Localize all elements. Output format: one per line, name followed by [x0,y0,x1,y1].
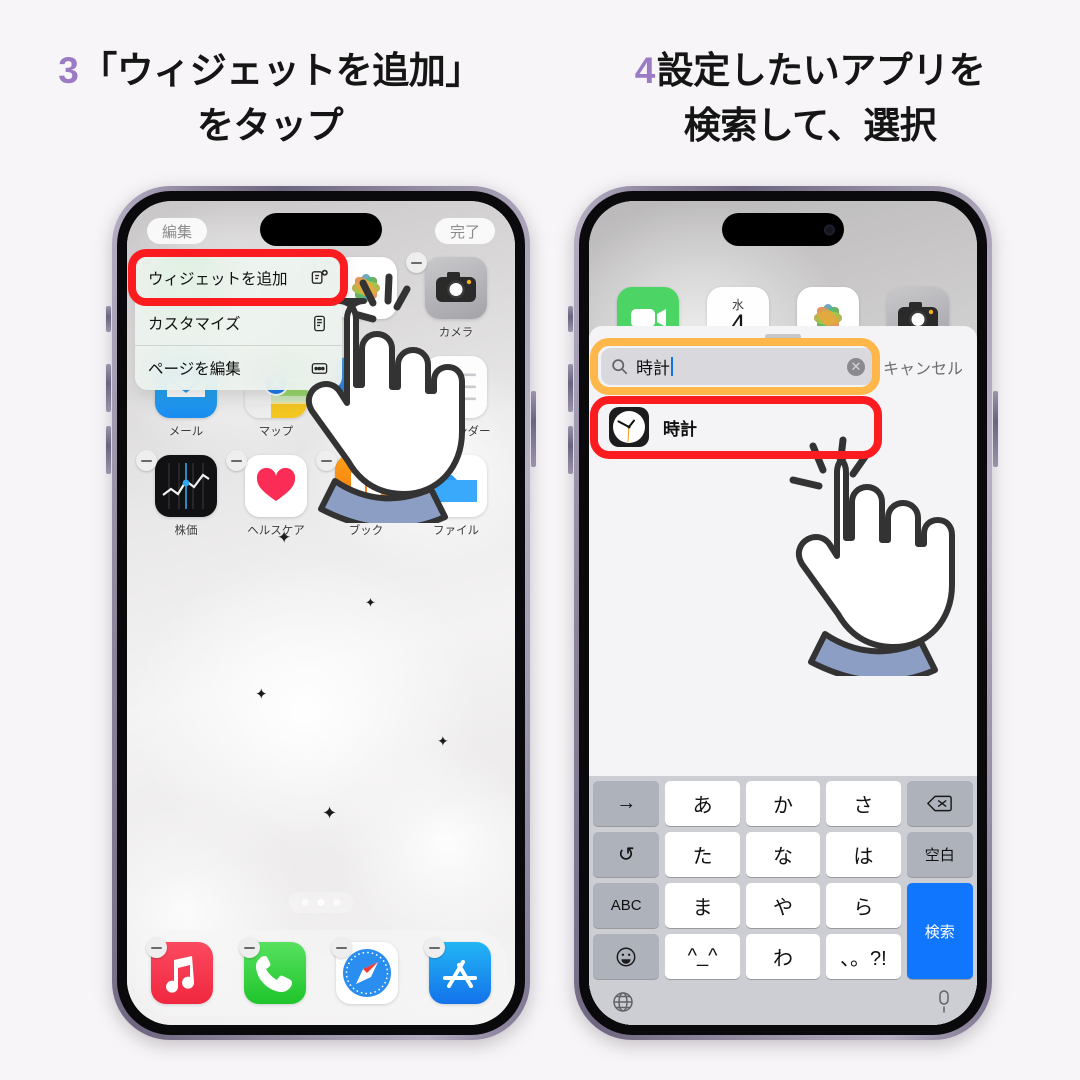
wallpaper-sparkle: ✦ [322,803,338,823]
dock-app-phone[interactable] [238,937,306,1004]
app-label: マップ [258,426,294,438]
step-3-heading: 3「ウィジェットを追加」 をタップ [0,44,540,154]
volume-up-button[interactable] [106,364,111,412]
keyboard-bottom-row [593,979,973,1025]
poster-canvas: 3「ウィジェットを追加」 をタップ 4設定したいアプリを 検索して、選択 ✦ ✦… [0,0,1080,1080]
clock-second-hand [627,426,630,443]
keyboard-grid: → あ か さ ↺ た な は 空白 ABC ま や ら 検索 ^_^ わ 、。… [593,781,973,979]
page-indicator[interactable] [288,892,354,913]
key-kaomoji[interactable]: ^_^ [665,934,740,979]
edit-button[interactable]: 編集 [147,218,208,244]
key-sa[interactable]: さ [826,781,901,826]
dynamic-island [722,213,844,246]
power-button[interactable] [993,391,998,467]
widget-search-sheet: 時計 ✕ キャンセル 時計 → あ か さ ↺ た な は 空白 ABC ま や… [589,326,977,1025]
dynamic-island [260,213,382,246]
dock-app-music[interactable] [146,937,214,1004]
key-next-candidate[interactable]: → [593,781,660,826]
app-stocks[interactable]: 株価 [136,450,231,538]
hand-pointer-icon [305,298,465,523]
right-phone-screen: ✦ 水 4 [589,201,977,1025]
clock-face [613,411,645,443]
search-row: 時計 ✕ キャンセル [589,348,977,385]
right-phone-mockup: ✦ 水 4 [568,186,998,1040]
hand-pointer-icon [795,451,955,676]
remove-app-badge[interactable] [238,937,260,958]
key-emoji[interactable] [593,934,660,979]
step-4-heading-line2: 検索して、選択 [683,104,937,146]
emoji-icon [616,947,636,966]
app-label: ブック [348,525,384,537]
page-dot-active[interactable] [317,899,325,906]
step-4-number: 4 [634,50,656,91]
globe-icon[interactable] [611,990,635,1014]
step-4-heading: 4設定したいアプリを 検索して、選択 [540,44,1080,154]
key-punctuation[interactable]: 、。?! [826,934,901,979]
key-na[interactable]: な [745,832,821,877]
dock-app-safari[interactable] [331,937,399,1004]
clock-minute-hand [617,420,630,428]
delete-icon [927,795,953,812]
page-dot[interactable] [333,899,341,906]
left-phone-mockup: ✦ ✦ ✦ ✦ ✦ 編集 完了 カメラ メール マップ 株価 ヘルスケア ブック… [106,186,536,1040]
search-input-value: 時計 [636,359,670,378]
wallpaper-sparkle: ✦ [365,595,376,610]
key-ha[interactable]: は [826,832,901,877]
wallpaper-sparkle: ✦ [437,733,449,749]
key-search-return[interactable]: 検索 [906,883,973,979]
step-3-number: 3 [58,50,79,91]
stocks-icon [155,455,217,517]
clock-hour-hand [628,419,636,428]
japanese-keyboard: → あ か さ ↺ た な は 空白 ABC ま や ら 検索 ^_^ わ 、。… [589,776,977,1025]
text-caret [671,357,673,376]
step-3-heading-line1: 「ウィジェットを追加」 [80,50,482,91]
dock-app-appstore[interactable] [423,937,491,1004]
key-ra[interactable]: ら [826,883,901,928]
remove-app-badge[interactable] [226,450,247,471]
key-ka[interactable]: か [745,781,821,826]
clock-icon [609,407,649,447]
app-label: メール [168,426,204,438]
silent-switch[interactable] [568,306,573,332]
key-undo[interactable]: ↺ [593,832,660,877]
microphone-icon[interactable] [933,989,955,1015]
volume-down-button[interactable] [106,426,111,474]
remove-app-badge[interactable] [136,450,157,471]
page-dot[interactable] [301,899,309,906]
menu-item-label: カスタマイズ [148,316,241,333]
done-button[interactable]: 完了 [434,218,495,244]
dock [136,930,506,1016]
app-label: 株価 [174,525,198,537]
key-wa[interactable]: わ [745,934,821,979]
left-phone-bezel: ✦ ✦ ✦ ✦ ✦ 編集 完了 カメラ メール マップ 株価 ヘルスケア ブック… [117,191,525,1035]
step-3-heading-line2: をタップ [197,104,344,146]
search-input[interactable]: 時計 ✕ [601,348,875,385]
clear-search-button[interactable]: ✕ [846,357,865,376]
key-ta[interactable]: た [665,832,740,877]
cancel-button[interactable]: キャンセル [883,355,965,379]
right-phone-bezel: ✦ 水 4 [579,191,987,1035]
wallpaper-sparkle: ✦ [255,686,268,703]
remove-app-badge[interactable] [423,937,445,958]
volume-up-button[interactable] [568,364,573,412]
key-ya[interactable]: や [745,883,821,928]
power-button[interactable] [531,391,536,467]
app-label: ヘルスケア [247,525,305,537]
search-icon [612,359,628,375]
key-abc[interactable]: ABC [593,883,660,928]
menu-item-label: ページを編集 [148,361,241,378]
volume-down-button[interactable] [568,426,573,474]
silent-switch[interactable] [106,306,111,332]
sheet-grabber[interactable] [765,334,801,339]
key-delete[interactable] [906,781,973,826]
left-phone-screen: ✦ ✦ ✦ ✦ ✦ 編集 完了 カメラ メール マップ 株価 ヘルスケア ブック… [127,201,515,1025]
key-ma[interactable]: ま [665,883,740,928]
key-space[interactable]: 空白 [906,832,973,877]
step-4-heading-line1: 設定したいアプリを [656,50,986,91]
app-label: ファイル [433,525,479,537]
search-result-label: 時計 [663,419,697,439]
key-a[interactable]: あ [665,781,740,826]
